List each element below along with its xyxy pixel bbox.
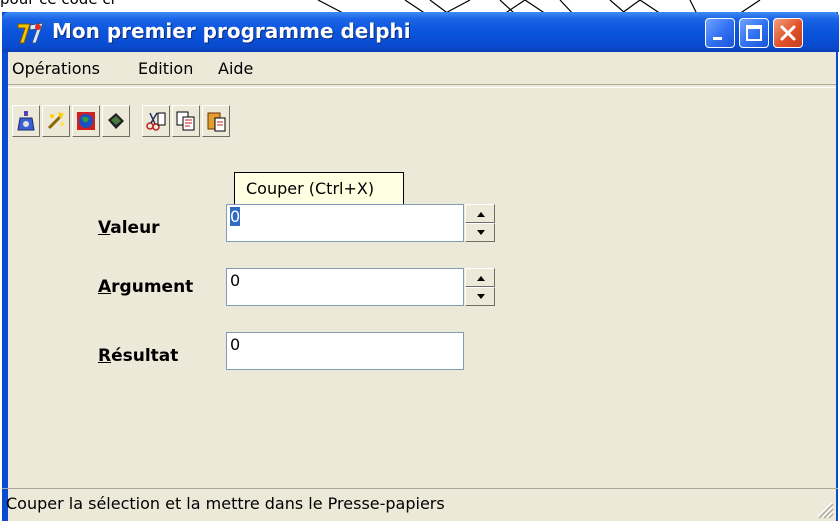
argument-label: Argument bbox=[98, 277, 193, 297]
maximize-button[interactable] bbox=[739, 18, 769, 48]
resultat-label-hotkey: R bbox=[98, 346, 112, 366]
resultat-value: 0 bbox=[230, 335, 241, 354]
menu-aide[interactable]: Aide bbox=[218, 59, 253, 78]
argument-label-hotkey: A bbox=[98, 277, 112, 297]
valeur-label-hotkey: V bbox=[98, 218, 111, 238]
arrow-up-icon bbox=[477, 212, 485, 217]
resultat-label: Résultat bbox=[98, 346, 178, 366]
title-bar[interactable]: Mon premier programme delphi bbox=[2, 12, 839, 52]
argument-value: 0 bbox=[230, 271, 241, 290]
resultat-input[interactable]: 0 bbox=[226, 332, 464, 370]
menu-operations[interactable]: Opérations bbox=[12, 59, 100, 78]
toolbar-copy-button[interactable] bbox=[172, 105, 200, 137]
toolbar-globe-button[interactable] bbox=[72, 105, 100, 137]
toolbar-cut-button[interactable] bbox=[142, 105, 170, 137]
background-text-fragment: pour ce code ci bbox=[0, 0, 115, 8]
cut-icon bbox=[146, 112, 166, 131]
argument-spin-up-button[interactable] bbox=[465, 268, 495, 287]
argument-spin-down-button[interactable] bbox=[465, 287, 495, 306]
calculate-icon bbox=[17, 111, 35, 131]
status-bar: Couper la sélection et la mettre dans le… bbox=[2, 488, 838, 521]
valeur-spin-up-button[interactable] bbox=[465, 204, 495, 223]
toolbar-paste-button[interactable] bbox=[202, 105, 230, 137]
valeur-value: 0 bbox=[230, 207, 241, 226]
arrow-down-icon bbox=[477, 294, 485, 299]
globe-icon bbox=[77, 112, 95, 130]
valeur-spin-down-button[interactable] bbox=[465, 223, 495, 242]
argument-spinner[interactable] bbox=[465, 268, 495, 306]
maximize-icon bbox=[746, 25, 762, 41]
paste-icon bbox=[207, 112, 226, 132]
toolbar-wizard-button[interactable] bbox=[42, 105, 70, 137]
chip-icon bbox=[108, 113, 124, 129]
tooltip: Couper (Ctrl+X) bbox=[234, 172, 404, 208]
close-button[interactable] bbox=[773, 18, 803, 48]
resultat-label-text: ésultat bbox=[111, 346, 179, 366]
close-icon bbox=[780, 25, 796, 41]
toolbar-chip-button[interactable] bbox=[102, 105, 130, 137]
minimize-button[interactable] bbox=[705, 18, 735, 48]
arrow-down-icon bbox=[477, 230, 485, 235]
toolbar-calculate-button[interactable] bbox=[12, 105, 40, 137]
menu-bar: Opérations Edition Aide bbox=[8, 54, 836, 84]
minimize-icon bbox=[713, 37, 722, 40]
arrow-up-icon bbox=[477, 276, 485, 281]
copy-icon bbox=[176, 111, 195, 131]
valeur-spinner[interactable] bbox=[465, 204, 495, 242]
resize-grip-icon[interactable] bbox=[812, 497, 834, 519]
argument-input[interactable]: 0 bbox=[226, 268, 464, 306]
valeur-input[interactable]: 0 bbox=[226, 204, 464, 242]
toolbar-separator bbox=[8, 84, 836, 88]
application-window: Mon premier programme delphi Opérations … bbox=[2, 12, 839, 521]
valeur-label: Valeur bbox=[98, 218, 160, 238]
status-text: Couper la sélection et la mettre dans le… bbox=[6, 494, 445, 513]
menu-edition[interactable]: Edition bbox=[138, 59, 193, 78]
argument-label-text: rgument bbox=[111, 277, 194, 297]
window-title: Mon premier programme delphi bbox=[52, 19, 411, 43]
wizard-icon bbox=[47, 112, 64, 130]
valeur-label-text: aleur bbox=[110, 218, 160, 238]
delphi-app-icon bbox=[17, 22, 44, 44]
